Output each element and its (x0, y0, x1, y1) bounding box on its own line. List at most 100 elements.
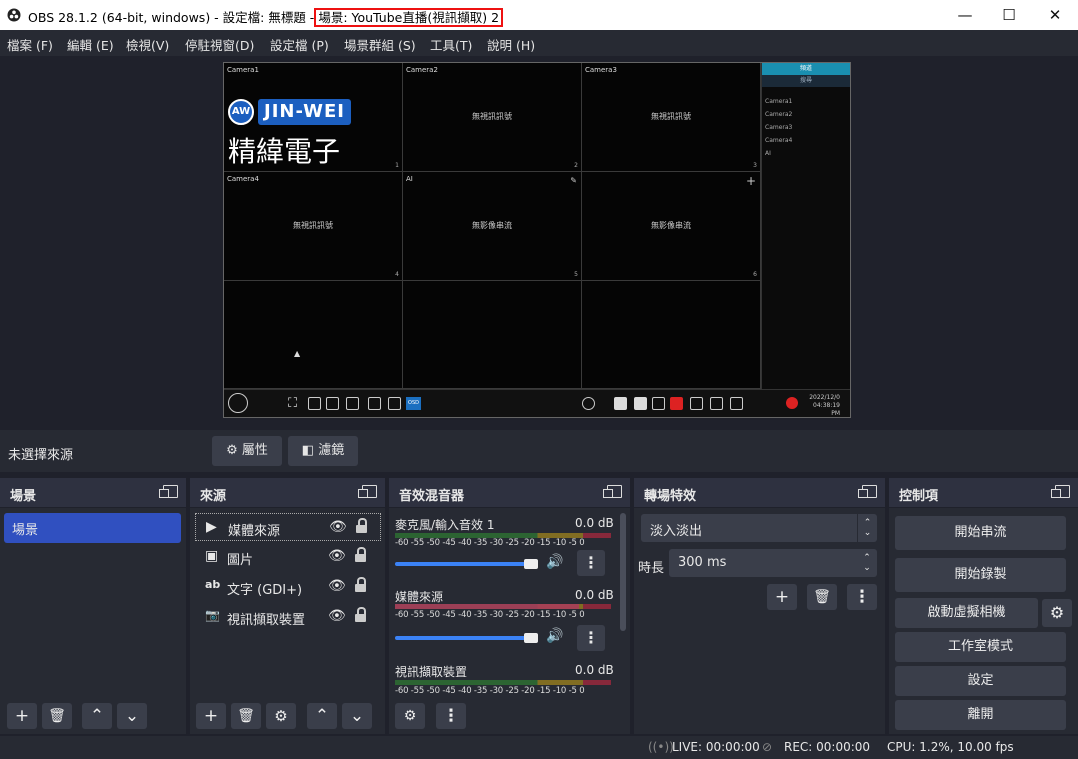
title-bar: OBS 28.1.2 (64-bit, windows) - 設定檔: 無標題 … (0, 0, 1078, 30)
lock-icon[interactable] (356, 518, 367, 534)
source-item-image[interactable]: ▣ 圖片 👁 (195, 543, 381, 571)
virtual-camera-settings-button[interactable]: ⚙ (1042, 599, 1072, 627)
advanced-audio-button[interactable]: ⚙ (395, 703, 425, 729)
maximize-button[interactable]: ☐ (986, 0, 1032, 30)
menu-edit[interactable]: 編輯 (E) (67, 35, 114, 54)
meter-ticks: -60 -55 -50 -45 -40 -35 -30 -25 -20 -15 … (395, 610, 585, 620)
plus-icon: + (745, 174, 756, 188)
camera-cell-8 (403, 281, 582, 389)
filters-button[interactable]: ◧ 濾鏡 (288, 436, 358, 466)
move-up-button[interactable]: ⌃ (307, 703, 337, 729)
start-streaming-button[interactable]: 開始串流 (895, 516, 1066, 550)
menu-tools[interactable]: 工具(T) (430, 35, 472, 54)
minimize-button[interactable]: — (942, 0, 988, 30)
exit-button[interactable]: 離開 (895, 700, 1066, 730)
undock-icon[interactable] (603, 485, 622, 498)
undock-icon[interactable] (1051, 485, 1070, 498)
transition-menu-button[interactable]: ⋮ (847, 584, 877, 610)
remove-source-button[interactable]: 🗑 (231, 703, 261, 729)
camera-icon: 📷 (205, 608, 220, 622)
pen-icon: ✎ (570, 176, 577, 185)
lock-icon[interactable] (355, 547, 366, 563)
mixer-scrollbar[interactable] (620, 513, 626, 631)
scenes-header: 場景 (0, 478, 186, 508)
transition-select[interactable]: 淡入淡出 ⌃ ⌄ (641, 514, 877, 542)
camera-message: 無影像串流 (472, 221, 512, 230)
eye-icon[interactable]: 👁 (328, 608, 346, 624)
search-tab: 搜尋 (762, 75, 850, 87)
camera-cell-6: + 無影像串流 6 (582, 172, 761, 281)
preview-canvas[interactable]: Camera1 AW JIN-WEI 精緯電子 1 Camera2 無視訊訊號 … (223, 62, 851, 418)
close-button[interactable]: ✕ (1032, 0, 1078, 30)
move-down-button[interactable]: ⌄ (342, 703, 372, 729)
volume-knob[interactable] (524, 559, 538, 569)
camera-message: 無視訊訊號 (651, 112, 691, 121)
source-item-capture[interactable]: 📷 視訊擷取裝置 👁 (195, 603, 381, 631)
scene-item[interactable]: 場景 (4, 513, 181, 543)
properties-button[interactable]: ⚙ 屬性 (212, 436, 282, 466)
menu-view[interactable]: 檢視(V) (126, 35, 169, 54)
remove-transition-button[interactable]: 🗑 (807, 584, 837, 610)
mixer-menu-button[interactable]: ⋮ (436, 703, 466, 729)
gear-icon: ⚙ (226, 443, 238, 458)
menu-help[interactable]: 說明 (H) (487, 35, 535, 54)
undock-icon[interactable] (358, 485, 377, 498)
speaker-icon[interactable]: 🔊 (546, 554, 563, 570)
source-properties-button[interactable]: ⚙ (266, 703, 296, 729)
alarm-icon (670, 397, 683, 410)
channel-db: 0.0 dB (575, 663, 614, 677)
add-transition-button[interactable]: + (767, 584, 797, 610)
move-up-button[interactable]: ⌃ (82, 703, 112, 729)
settings-button[interactable]: 設定 (895, 666, 1066, 696)
studio-mode-button[interactable]: 工作室模式 (895, 632, 1066, 662)
properties-label: 屬性 (241, 443, 268, 458)
camera-cell-4: Camera4 無視訊訊號 4 (224, 172, 403, 281)
camera-number: 4 (395, 271, 399, 278)
menu-file[interactable]: 檔案 (F) (7, 35, 53, 54)
source-name: 媒體來源 (228, 524, 281, 539)
mouse-cursor-icon: ▲ (294, 349, 301, 358)
source-item-text[interactable]: ab 文字 (GDI+) 👁 (195, 573, 381, 601)
eye-icon[interactable]: 👁 (329, 519, 347, 535)
undock-icon[interactable] (159, 485, 178, 498)
volume-slider[interactable] (395, 636, 535, 640)
controls-header: 控制項 (889, 478, 1078, 508)
layout-4-icon (346, 397, 359, 410)
add-source-button[interactable]: + (196, 703, 226, 729)
source-name: 視訊擷取裝置 (227, 613, 306, 628)
mixer-header: 音效混音器 (389, 478, 630, 508)
volume-slider[interactable] (395, 562, 535, 566)
eye-icon[interactable]: 👁 (328, 548, 346, 564)
back-icon (710, 397, 723, 410)
start-recording-button[interactable]: 開始錄製 (895, 558, 1066, 592)
channel-menu-button[interactable]: ⋮ (577, 625, 605, 651)
play-icon (582, 397, 595, 410)
channel-menu-button[interactable]: ⋮ (577, 550, 605, 576)
source-item-media[interactable]: ▶ 媒體來源 👁 (195, 513, 381, 541)
start-virtual-camera-button[interactable]: 啟動虛擬相機 (895, 598, 1038, 628)
volume-knob[interactable] (524, 633, 538, 643)
undock-icon[interactable] (858, 485, 877, 498)
eye-icon[interactable]: 👁 (328, 578, 346, 594)
add-scene-button[interactable]: + (7, 703, 37, 729)
rec-icon: ⊘ (762, 740, 773, 754)
remove-scene-button[interactable]: 🗑 (42, 703, 72, 729)
lock-icon[interactable] (355, 607, 366, 623)
camera-label: AI (406, 175, 413, 183)
sources-dock: 來源 ▶ 媒體來源 👁 ▣ 圖片 👁 ab 文字 (GDI+) 👁 📷 視訊擷取裝置 👁 + 🗑… (190, 478, 385, 734)
image-icon: ▣ (205, 548, 219, 564)
menu-scene-collection[interactable]: 場景群組 (S) (344, 35, 416, 54)
menu-docks[interactable]: 停駐視窗(D) (185, 35, 254, 54)
duration-spinbox[interactable]: 300 ms ⌃ ⌄ (669, 549, 877, 577)
camera-label: Camera2 (406, 66, 438, 74)
controls-dock: 控制項 開始串流 開始錄製 啟動虛擬相機 ⚙ 工作室模式 設定 離開 (889, 478, 1078, 734)
speaker-icon[interactable]: 🔊 (546, 628, 563, 644)
volume-meter (395, 680, 611, 685)
move-down-button[interactable]: ⌄ (117, 703, 147, 729)
channel-item: AI (765, 150, 771, 157)
menu-profile[interactable]: 設定檔 (P) (270, 35, 329, 54)
camera-cell-7: ▲ (224, 281, 403, 389)
lock-icon[interactable] (355, 577, 366, 593)
status-bar: ((•)) LIVE: 00:00:00 ⊘ REC: 00:00:00 CPU… (0, 736, 1078, 759)
channel-item: Camera3 (765, 124, 793, 131)
